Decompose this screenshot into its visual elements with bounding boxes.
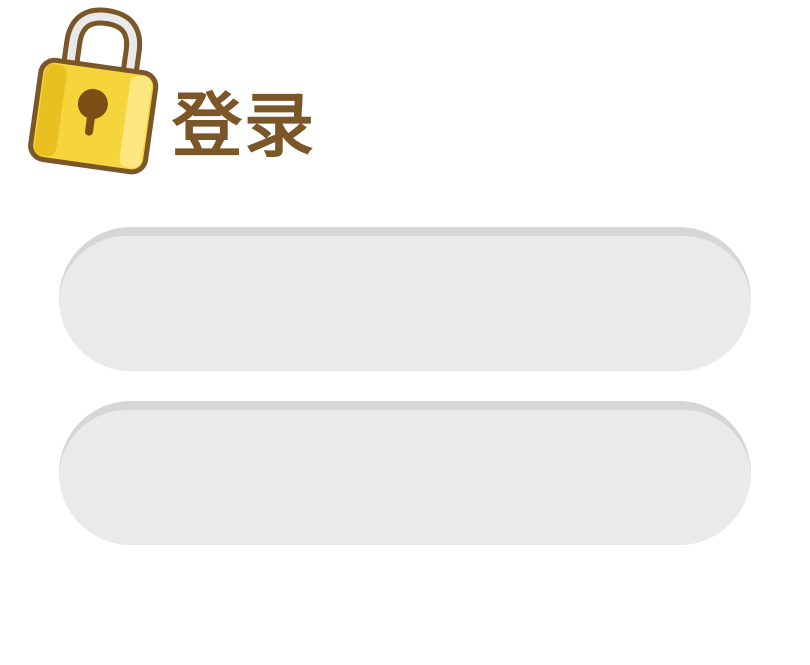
- login-header: 登录: [0, 0, 810, 200]
- username-field[interactable]: [59, 227, 751, 371]
- username-field-surface: [59, 236, 751, 371]
- page-title: 登录: [172, 85, 316, 167]
- password-field-surface: [59, 410, 751, 545]
- lock-icon: [28, 7, 159, 175]
- password-field[interactable]: [59, 401, 751, 545]
- login-page: 登录: [0, 0, 810, 665]
- password-input[interactable]: [115, 440, 699, 526]
- username-input[interactable]: [115, 266, 699, 352]
